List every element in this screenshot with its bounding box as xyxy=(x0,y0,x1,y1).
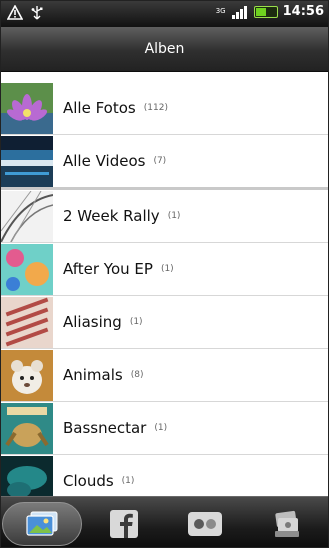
album-count: (112) xyxy=(143,103,168,113)
tab-active-indicator xyxy=(1,501,82,546)
album-thumbnail xyxy=(1,296,53,348)
album-count: (1) xyxy=(121,476,135,486)
tab-camera-shots[interactable] xyxy=(246,497,328,547)
tab-gallery[interactable] xyxy=(1,497,83,547)
camera-shots-icon xyxy=(275,510,300,537)
status-bar: 3G 14:56 xyxy=(1,1,328,27)
usb-icon xyxy=(31,6,43,20)
signal-icon xyxy=(231,5,247,19)
album-row-2-week-rally[interactable]: 2 Week Rally (1) xyxy=(1,190,328,243)
battery-icon xyxy=(253,5,278,18)
warning-icon xyxy=(7,5,23,20)
page-title: Alben xyxy=(144,41,185,57)
album-count: (1) xyxy=(160,264,174,274)
album-title: Clouds xyxy=(63,472,114,490)
album-title: Aliasing xyxy=(63,313,122,331)
album-thumbnail xyxy=(1,349,53,401)
clock: 14:56 xyxy=(282,4,324,19)
album-count: (8) xyxy=(130,370,144,380)
album-row-aliasing[interactable]: Aliasing (1) xyxy=(1,296,328,349)
album-title: After You EP xyxy=(63,260,153,278)
phone-screen: 3G 14:56 Alben Alle Fotos (112) Alle Vid… xyxy=(0,0,329,548)
album-count: (1) xyxy=(154,423,168,433)
album-title: Animals xyxy=(63,366,123,384)
album-count: (7) xyxy=(153,156,167,166)
album-thumbnail xyxy=(1,190,53,242)
bottom-tab-bar xyxy=(1,496,328,547)
gallery-icon xyxy=(26,511,58,536)
album-row-alle-videos[interactable]: Alle Videos (7) xyxy=(1,135,328,190)
album-count: (1) xyxy=(129,317,143,327)
album-row-animals[interactable]: Animals (8) xyxy=(1,349,328,402)
album-thumbnail xyxy=(1,82,53,134)
album-row-bassnectar[interactable]: Bassnectar (1) xyxy=(1,402,328,455)
album-row-alle-fotos[interactable]: Alle Fotos (112) xyxy=(1,82,328,135)
tab-flickr[interactable] xyxy=(165,497,247,547)
album-title: Alle Videos xyxy=(63,152,146,170)
album-count: (1) xyxy=(167,211,181,221)
album-row-after-you-ep[interactable]: After You EP (1) xyxy=(1,243,328,296)
facebook-icon xyxy=(109,509,138,538)
network-type-label: 3G xyxy=(215,7,226,15)
album-thumbnail xyxy=(1,135,53,187)
title-bar: Alben xyxy=(1,27,328,72)
tab-facebook[interactable] xyxy=(83,497,165,547)
album-title: Bassnectar xyxy=(63,419,147,437)
album-thumbnail xyxy=(1,402,53,454)
album-title: Alle Fotos xyxy=(63,99,136,117)
album-title: 2 Week Rally xyxy=(63,207,160,225)
flickr-icon xyxy=(188,511,223,536)
album-thumbnail xyxy=(1,243,53,295)
album-list: Alle Fotos (112) Alle Videos (7) 2 Week … xyxy=(1,82,328,508)
